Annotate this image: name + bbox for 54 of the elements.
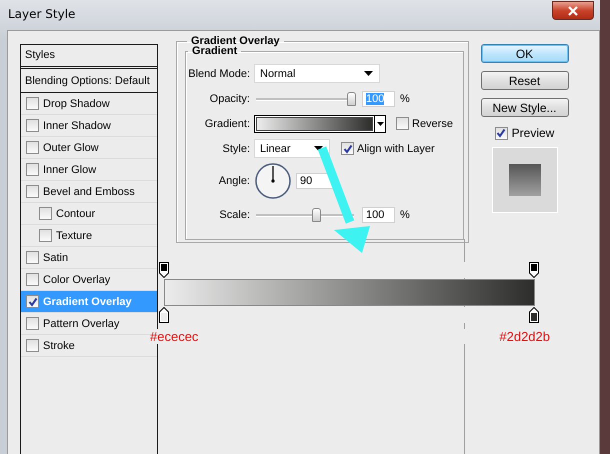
checkbox-label[interactable]: Reverse bbox=[412, 118, 453, 130]
slider-thumb[interactable] bbox=[347, 92, 356, 106]
unit-label: % bbox=[400, 208, 410, 220]
angle-dial[interactable] bbox=[254, 162, 292, 200]
checkbox[interactable] bbox=[26, 163, 39, 176]
field-label: Gradient: bbox=[204, 118, 251, 130]
slider[interactable] bbox=[254, 92, 356, 106]
opacity-stop-icon[interactable] bbox=[159, 262, 169, 278]
checkbox[interactable] bbox=[39, 207, 52, 220]
checkbox[interactable] bbox=[39, 229, 52, 242]
checkbox[interactable] bbox=[26, 251, 39, 264]
preview-square bbox=[508, 164, 540, 196]
color-code: #ececec bbox=[150, 329, 198, 344]
checkbox[interactable] bbox=[396, 117, 409, 130]
close-icon bbox=[567, 6, 579, 16]
color-stop-icon[interactable] bbox=[529, 307, 539, 323]
caret-icon bbox=[376, 122, 384, 126]
close-button[interactable] bbox=[552, 1, 594, 20]
checkbox[interactable] bbox=[341, 142, 354, 155]
field-label: Angle: bbox=[218, 175, 251, 187]
checkbox[interactable] bbox=[26, 317, 39, 330]
dialog-button[interactable]: New Style... bbox=[480, 98, 568, 117]
checkbox-label[interactable]: Preview bbox=[512, 126, 554, 140]
checkbox[interactable] bbox=[26, 141, 39, 154]
checkbox[interactable] bbox=[26, 295, 39, 308]
dropdown[interactable]: Linear bbox=[254, 139, 330, 158]
checkbox-label[interactable]: Align with Layer bbox=[357, 142, 435, 154]
window-title: Layer Style bbox=[8, 7, 76, 21]
unit-label: % bbox=[400, 92, 410, 104]
checkbox[interactable] bbox=[26, 119, 39, 132]
dropdown[interactable]: Normal bbox=[254, 64, 380, 83]
field-label: Scale: bbox=[218, 208, 251, 220]
field-label: Opacity: bbox=[208, 92, 251, 104]
gradient-bar[interactable] bbox=[164, 279, 535, 306]
caret-icon bbox=[364, 71, 373, 76]
gradient-picker[interactable] bbox=[254, 114, 386, 132]
checkbox[interactable] bbox=[494, 126, 508, 140]
checkbox[interactable] bbox=[26, 97, 39, 110]
slider[interactable] bbox=[254, 208, 356, 222]
color-code: #2d2d2b bbox=[499, 329, 550, 344]
dialog-button[interactable]: OK bbox=[480, 44, 568, 63]
field-label: Style: bbox=[221, 142, 251, 154]
slider-thumb[interactable] bbox=[312, 208, 321, 222]
input-field[interactable]: 100 bbox=[362, 206, 395, 222]
caret-icon bbox=[314, 146, 323, 151]
group-title: Gradient Overlay bbox=[190, 35, 281, 47]
checkbox[interactable] bbox=[26, 273, 39, 286]
color-stop-icon[interactable] bbox=[159, 307, 169, 323]
section-title: Gradient bbox=[191, 45, 238, 57]
checkbox[interactable] bbox=[26, 339, 39, 352]
dialog-button[interactable]: Reset bbox=[480, 71, 568, 90]
opacity-stop-icon[interactable] bbox=[529, 262, 539, 278]
field-label: Blend Mode: bbox=[187, 68, 251, 80]
checkbox[interactable] bbox=[26, 185, 39, 198]
